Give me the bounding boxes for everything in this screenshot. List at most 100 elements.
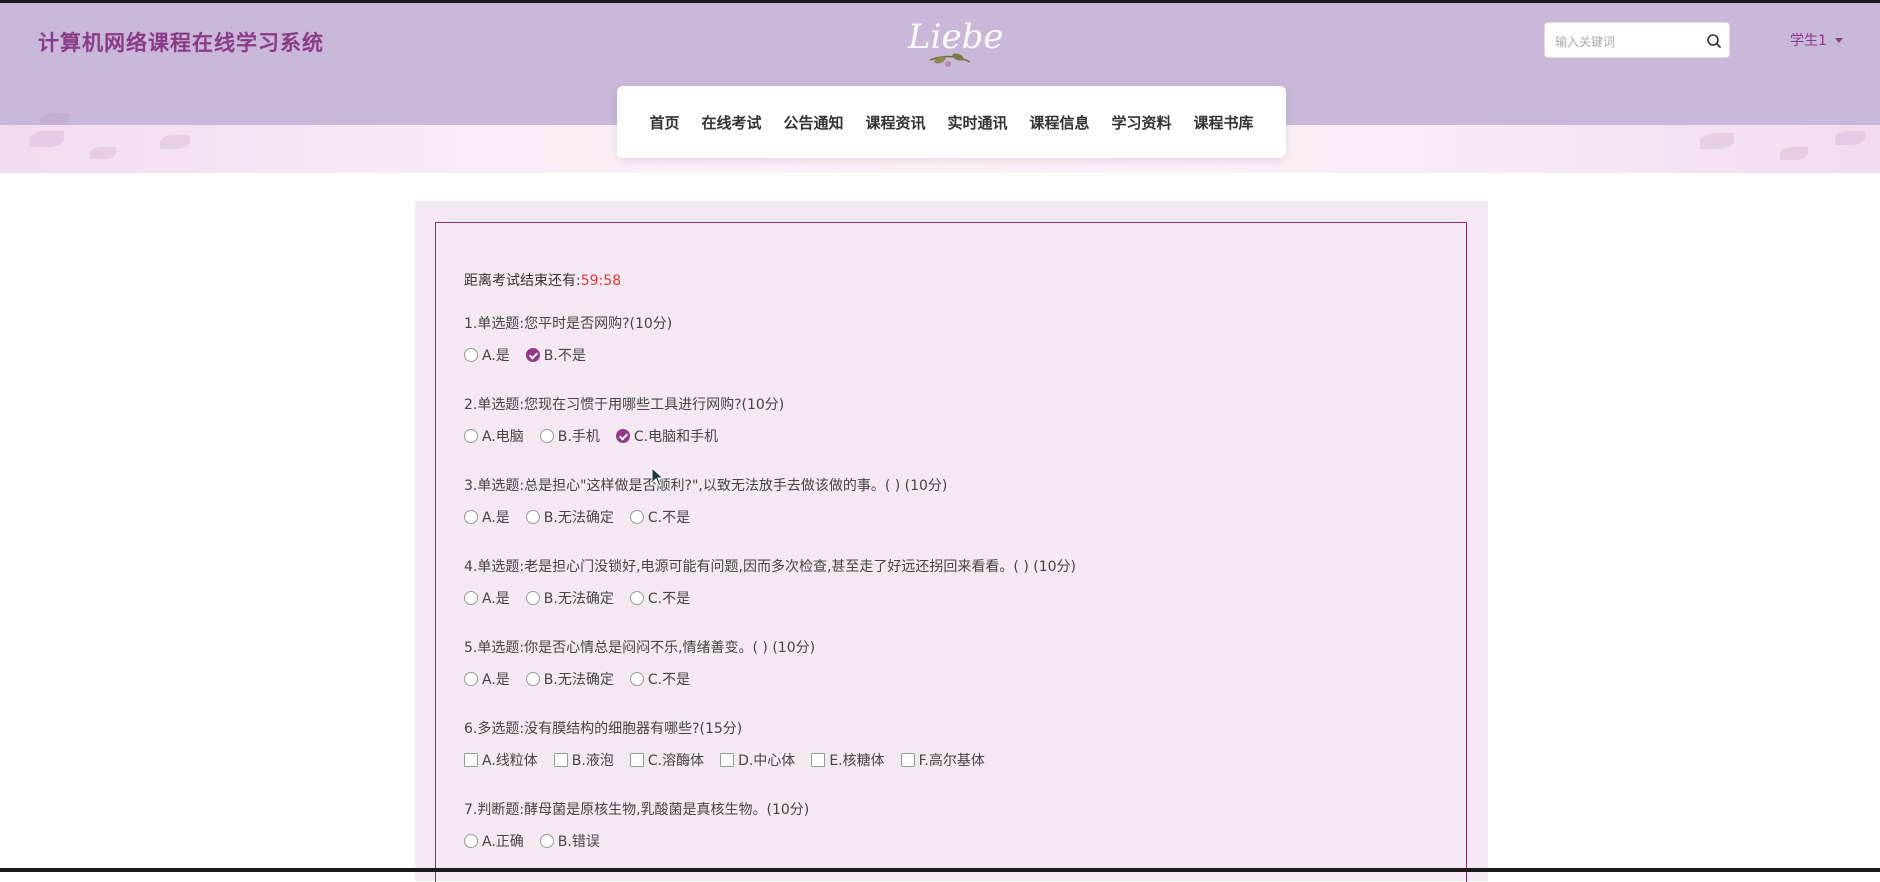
logo-graphic: Liebe [907,17,1003,67]
nav-item-home[interactable]: 首页 [649,112,679,133]
radio-button[interactable] [464,429,478,443]
option-label: B.手机 [557,429,600,445]
option-radio[interactable]: A.是 [464,345,510,365]
caret-down-icon [1834,37,1843,43]
question-title: 1.单选题:您平时是否网购?(10分) [464,316,673,332]
radio-button[interactable] [525,591,540,605]
radio-button[interactable] [525,510,540,524]
radio-button[interactable] [464,834,478,848]
logo[interactable]: Liebe [900,10,1004,74]
radio-button-checked[interactable] [615,429,630,443]
timer-value: 59:58 [580,273,622,289]
nav-item-study-materials[interactable]: 学习资料 [1112,112,1172,133]
checkbox[interactable] [811,753,826,767]
option-radio[interactable]: B.手机 [539,426,600,446]
question-options: A.是 B.无法确定 C.不是 [464,588,706,608]
option-checkbox[interactable]: E.核糖体 [811,750,885,770]
option-radio[interactable]: C.不是 [629,588,691,608]
logo-text: Liebe [907,17,1003,57]
question-options: A.是 B.不是 [464,345,602,365]
checkbox[interactable] [629,753,644,767]
search-box [1544,22,1730,58]
question-title: 4.单选题:老是担心门没锁好,电源可能有问题,因而多次检查,甚至走了好远还拐回来… [464,559,1076,575]
question-title: 7.判断题:酵母菌是原核生物,乳酸菌是真核生物。(10分) [464,802,810,818]
option-radio[interactable]: A.是 [464,669,510,689]
decor-leaf [1780,147,1808,160]
option-label: A.电脑 [482,429,524,445]
option-label: A.是 [482,591,510,607]
nav-item-announcements[interactable]: 公告通知 [783,112,843,133]
option-label: A.线粒体 [482,753,538,769]
radio-button[interactable] [629,510,644,524]
option-label: A.是 [482,510,510,526]
search-input[interactable] [1553,31,1702,53]
option-radio[interactable]: B.错误 [539,831,600,851]
option-radio[interactable]: A.是 [464,507,510,527]
option-checkbox[interactable]: A.线粒体 [464,750,538,770]
checkbox[interactable] [464,753,478,767]
option-label: D.中心体 [738,753,796,769]
mouse-cursor-icon [651,467,665,487]
radio-button-checked[interactable] [525,348,540,362]
question-title: 6.多选题:没有膜结构的细胞器有哪些?(15分) [464,721,743,737]
option-checkbox[interactable]: B.液泡 [553,750,614,770]
nav-item-live-chat[interactable]: 实时通讯 [948,112,1008,133]
checkbox[interactable] [720,753,735,767]
option-radio[interactable]: A.正确 [464,831,524,851]
checkbox[interactable] [553,753,568,767]
option-label: A.是 [482,672,510,688]
main-nav: 首页 在线考试 公告通知 课程资讯 实时通讯 课程信息 学习资料 课程书库 [617,86,1286,158]
decor-leaf [1835,131,1865,145]
user-menu[interactable]: 学生1 [1790,30,1843,50]
option-label: C.电脑和手机 [633,429,719,445]
question-title: 5.单选题:你是否心情总是闷闷不乐,情绪善变。( ) (10分) [464,640,816,656]
radio-button[interactable] [629,591,644,605]
radio-button[interactable] [539,429,554,443]
nav-item-course-info[interactable]: 课程信息 [1030,112,1090,133]
option-label: C.溶酶体 [647,753,705,769]
nav-item-course-news[interactable]: 课程资讯 [865,112,925,133]
option-label: C.不是 [647,591,691,607]
decor-leaf [160,135,190,149]
nav-item-online-exam[interactable]: 在线考试 [701,112,761,133]
radio-button[interactable] [464,510,478,524]
option-label: F.高尔基体 [918,753,985,769]
option-label: C.不是 [647,672,691,688]
exam-timer: 距离考试结束还有:59:58 [464,270,621,290]
option-checkbox[interactable]: F.高尔基体 [900,750,985,770]
option-label: E.核糖体 [829,753,885,769]
radio-button[interactable] [539,834,554,848]
radio-button[interactable] [629,672,644,686]
user-name: 学生1 [1790,33,1827,49]
question-options: A.是 B.无法确定 C.不是 [464,507,706,527]
option-radio[interactable]: B.无法确定 [525,669,614,689]
option-radio[interactable]: A.电脑 [464,426,524,446]
nav-item-course-library[interactable]: 课程书库 [1194,112,1254,133]
option-radio[interactable]: C.不是 [629,669,691,689]
site-title[interactable]: 计算机网络课程在线学习系统 [38,27,324,57]
search-icon[interactable] [1705,32,1723,50]
checkbox[interactable] [900,753,915,767]
option-radio[interactable]: A.是 [464,588,510,608]
option-checkbox[interactable]: D.中心体 [720,750,795,770]
option-radio[interactable]: C.不是 [629,507,691,527]
radio-button[interactable] [464,672,478,686]
option-radio[interactable]: B.无法确定 [525,507,614,527]
option-label: A.正确 [482,834,524,850]
option-label: A.是 [482,348,510,364]
radio-button[interactable] [464,348,478,362]
radio-button[interactable] [525,672,540,686]
option-label: C.不是 [647,510,691,526]
question-options: A.正确 B.错误 [464,831,616,851]
option-label: B.错误 [557,834,600,850]
option-label: B.液泡 [571,753,614,769]
decor-leaf [30,131,64,147]
radio-button[interactable] [464,591,478,605]
option-checkbox[interactable]: C.溶酶体 [629,750,705,770]
decor-leaf [90,147,116,159]
option-radio[interactable]: C.电脑和手机 [615,426,719,446]
option-label: B.不是 [543,348,586,364]
question-options: A.线粒体 B.液泡 C.溶酶体 D.中心体 E.核糖体 F.高尔基体 [464,750,1001,770]
option-radio[interactable]: B.不是 [525,345,586,365]
option-radio[interactable]: B.无法确定 [525,588,614,608]
